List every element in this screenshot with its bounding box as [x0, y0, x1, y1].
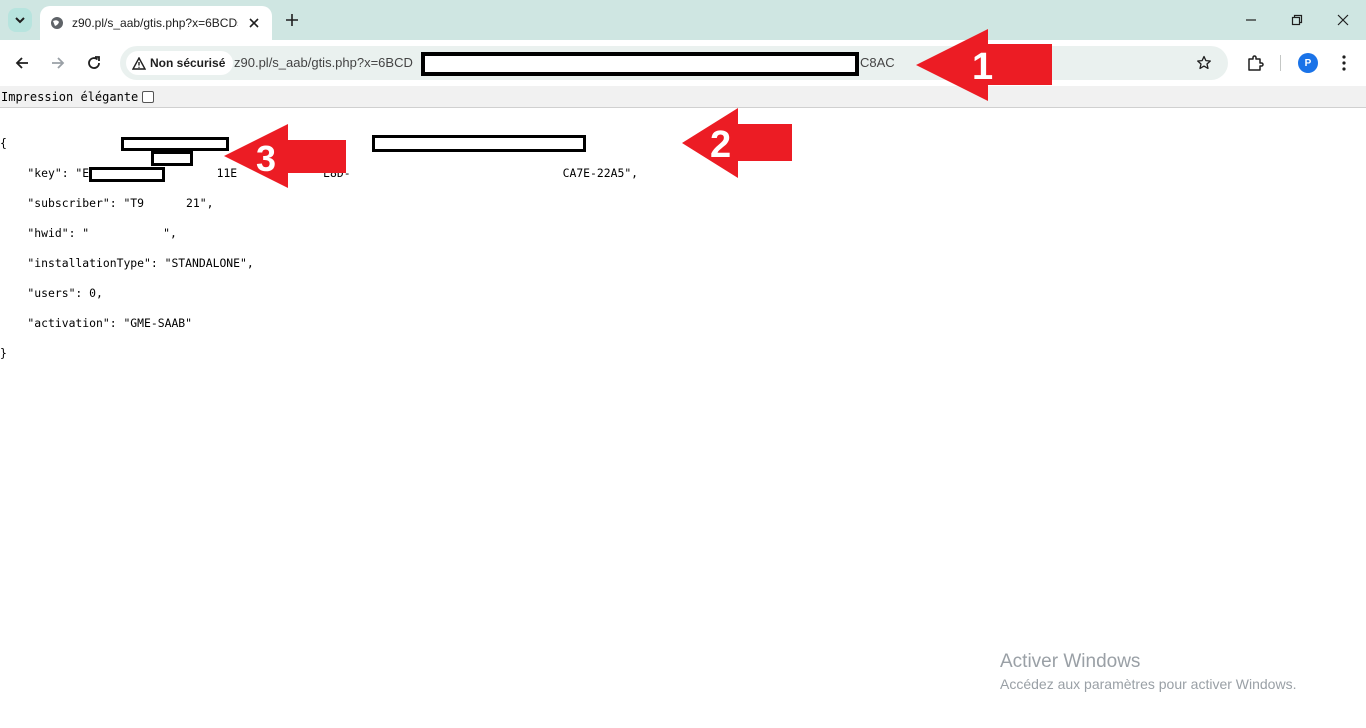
json-line-activation: "activation": "GME-SAAB" — [0, 316, 193, 330]
toolbar: Non sécurisé z90.pl/s_aab/gtis.php?x=6BC… — [0, 40, 1366, 86]
tab-close-button[interactable] — [246, 15, 262, 31]
url-start: z90.pl/s_aab/gtis.php?x=6BCD — [234, 55, 413, 70]
reload-button[interactable] — [83, 52, 105, 74]
bookmark-button[interactable] — [1194, 53, 1214, 73]
reload-icon — [88, 56, 100, 69]
menu-button[interactable] — [1334, 52, 1354, 74]
pretty-print-checkbox[interactable] — [142, 90, 155, 103]
globe-icon — [51, 17, 63, 29]
security-label: Non sécurisé — [150, 56, 226, 70]
tab-strip: z90.pl/s_aab/gtis.php?x=6BCD5 — [0, 0, 1366, 40]
json-line: } — [0, 346, 7, 360]
minimize-button[interactable] — [1241, 10, 1261, 30]
annotation-number-3: 3 — [256, 138, 276, 179]
back-button[interactable] — [11, 52, 33, 74]
json-line-subscriber: "subscriber": "T9 21", — [0, 196, 214, 210]
window-close-button[interactable] — [1333, 10, 1353, 30]
json-line-hwid: "hwid": " ", — [0, 226, 177, 240]
new-tab-button[interactable] — [282, 10, 302, 30]
annotation-arrow-1: 1 — [916, 29, 1052, 101]
subscriber-redaction — [151, 151, 193, 166]
more-vertical-icon — [1342, 55, 1346, 71]
url-redaction — [421, 52, 859, 76]
restore-icon — [1291, 14, 1303, 26]
pretty-print-label: Impression élégante — [1, 89, 139, 104]
tab-search-button[interactable] — [8, 8, 32, 32]
toolbar-divider — [1280, 55, 1281, 71]
security-chip[interactable]: Non sécurisé — [126, 51, 234, 75]
url-text[interactable]: z90.pl/s_aab/gtis.php?x=6BCD C8AC — [234, 55, 895, 70]
plus-icon — [286, 14, 298, 26]
close-icon — [249, 18, 259, 28]
hwid-redaction — [89, 167, 165, 182]
json-line-users: "users": 0, — [0, 286, 103, 300]
extensions-button[interactable] — [1244, 52, 1266, 74]
address-bar[interactable]: Non sécurisé z90.pl/s_aab/gtis.php?x=6BC… — [120, 46, 1228, 80]
chevron-down-icon — [15, 17, 25, 24]
close-icon — [1337, 14, 1349, 26]
warning-icon — [132, 56, 146, 70]
tab-active[interactable]: z90.pl/s_aab/gtis.php?x=6BCD5 — [40, 6, 272, 40]
minimize-icon — [1246, 19, 1256, 21]
watermark-subtitle: Accédez aux paramètres pour activer Wind… — [1000, 676, 1297, 692]
tab-title: z90.pl/s_aab/gtis.php?x=6BCD5 — [72, 16, 238, 30]
annotation-arrow-3: 3 — [224, 124, 346, 188]
annotation-number-1: 1 — [972, 46, 993, 88]
arrow-left-icon — [15, 57, 28, 69]
key-redaction-1 — [121, 137, 229, 151]
forward-button[interactable] — [47, 52, 69, 74]
restore-button[interactable] — [1287, 10, 1307, 30]
key-redaction-2 — [372, 135, 586, 152]
annotation-arrow-2: 2 — [682, 108, 792, 178]
url-end: C8AC — [860, 55, 895, 70]
puzzle-icon — [1248, 55, 1264, 71]
activation-watermark: Activer Windows Accédez aux paramètres p… — [1000, 651, 1296, 692]
watermark-title: Activer Windows — [1000, 651, 1141, 672]
star-icon — [1197, 55, 1211, 70]
annotation-number-2: 2 — [710, 124, 731, 166]
pretty-print-bar: Impression élégante — [0, 86, 1366, 108]
arrow-right-icon — [52, 57, 65, 69]
json-line-installation-type: "installationType": "STANDALONE", — [0, 256, 254, 270]
profile-avatar[interactable]: P — [1298, 53, 1318, 73]
